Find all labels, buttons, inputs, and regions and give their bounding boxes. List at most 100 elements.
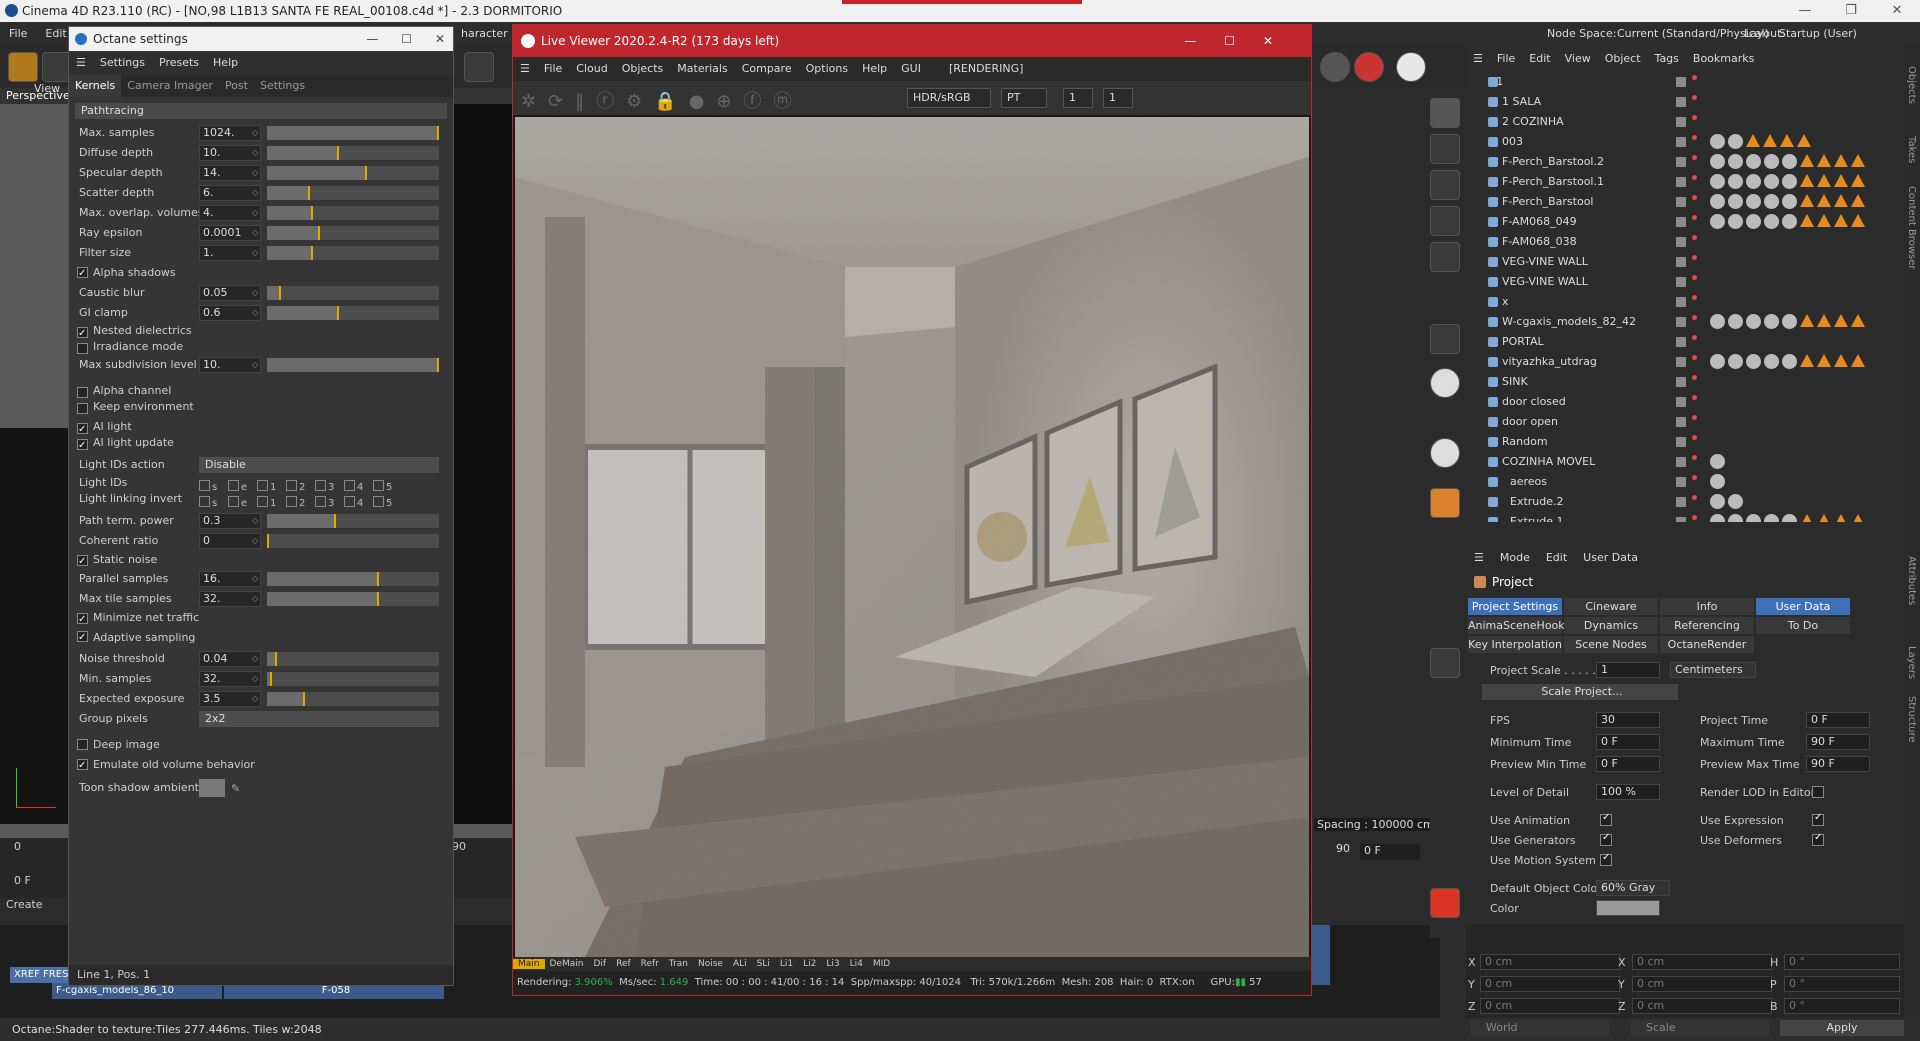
pass-tab[interactable]: Li1 <box>775 959 798 969</box>
irradiance-checkbox[interactable] <box>77 343 88 354</box>
render-icon[interactable] <box>464 52 494 82</box>
visibility-toggle[interactable] <box>1676 457 1686 467</box>
om-menu-edit[interactable]: Edit <box>1522 46 1557 72</box>
sidetab-layers[interactable]: Layers <box>1906 646 1917 679</box>
tab-animascenehook[interactable]: AnimaSceneHook <box>1468 617 1565 634</box>
render-control-icons[interactable]: ✲⟳‖ⓡ⚙🔒●⊕ⓕⓜ <box>521 87 804 113</box>
render-lod-checkbox[interactable] <box>1812 786 1824 798</box>
visibility-toggle[interactable] <box>1676 337 1686 347</box>
pass-tab[interactable]: Li3 <box>821 959 844 969</box>
hamburger-icon[interactable]: ☰ <box>513 57 537 81</box>
sidetab-takes[interactable]: Takes <box>1906 136 1917 163</box>
menu-settings[interactable]: Settings <box>93 51 152 75</box>
render-pass-tabs[interactable]: Main DeMain Dif Ref Refr Tran Noise ALi SLi Li1 Li… <box>513 957 1311 971</box>
adaptive-sampling-checkbox[interactable] <box>77 628 88 648</box>
visibility-toggle[interactable] <box>1676 377 1686 387</box>
setting-value-input[interactable]: 0.0001 <box>199 225 261 241</box>
setting-value-input[interactable]: 6. <box>199 185 261 201</box>
visibility-toggle[interactable] <box>1676 477 1686 487</box>
lv-menu-compare[interactable]: Compare <box>735 57 799 81</box>
min-time-input[interactable]: 0 F <box>1596 734 1660 750</box>
object-list-item[interactable]: F-Perch_Barstool.2 <box>1466 152 1904 172</box>
object-list-item[interactable]: 2 COZINHA <box>1466 112 1904 132</box>
apply-button[interactable]: Apply <box>1780 1020 1904 1036</box>
use-motion-checkbox[interactable] <box>1600 852 1612 866</box>
visibility-toggle[interactable] <box>1676 437 1686 447</box>
pass-tab[interactable]: Dif <box>588 959 611 969</box>
setting-value-input[interactable]: 1024. <box>199 125 261 141</box>
render-dot-icon[interactable] <box>1692 295 1697 300</box>
tab-info[interactable]: Info <box>1660 598 1754 615</box>
setting-value-input[interactable]: 0.05 <box>199 285 261 301</box>
sidetab-objects[interactable]: Objects <box>1906 66 1917 104</box>
render-dot-icon[interactable] <box>1692 255 1697 260</box>
tab-todo[interactable]: To Do <box>1756 617 1850 634</box>
pass-tab[interactable]: MID <box>868 959 895 969</box>
window-controls-icon[interactable]: — ☐ ✕ <box>366 27 445 51</box>
setting-slider[interactable] <box>267 126 439 140</box>
coord-mode-select[interactable]: Scale <box>1630 1020 1770 1036</box>
minimize-icon[interactable]: — <box>1782 0 1828 22</box>
ai-light-update-checkbox[interactable] <box>77 436 88 456</box>
size-x-input[interactable]: 0 cm <box>1632 954 1772 970</box>
render-image[interactable] <box>515 117 1309 957</box>
render-dot-icon[interactable] <box>1692 475 1697 480</box>
object-list-item[interactable]: VEG-VINE WALL <box>1466 252 1904 272</box>
preview-min-input[interactable]: 0 F <box>1596 756 1660 772</box>
om-menu-file[interactable]: File <box>1490 46 1522 72</box>
setting-slider[interactable] <box>267 206 439 220</box>
visibility-toggle[interactable] <box>1676 497 1686 507</box>
render-dot-icon[interactable] <box>1692 115 1697 120</box>
object-list-item[interactable]: F-AM068_038 <box>1466 232 1904 252</box>
keep-environment-checkbox[interactable] <box>77 403 88 414</box>
setting-slider[interactable] <box>267 672 439 686</box>
pass-tab-main[interactable]: Main <box>513 959 545 969</box>
visibility-toggle[interactable] <box>1676 197 1686 207</box>
setting-slider[interactable] <box>267 166 439 180</box>
use-deformers-checkbox[interactable] <box>1812 832 1824 846</box>
view-menu[interactable]: View <box>34 82 60 95</box>
project-time-input[interactable]: 0 F <box>1806 712 1870 728</box>
setting-slider[interactable] <box>267 306 439 320</box>
render-dot-icon[interactable] <box>1692 75 1697 80</box>
render-dot-icon[interactable] <box>1692 495 1697 500</box>
max-time-input[interactable]: 90 F <box>1806 734 1870 750</box>
ai-light-checkbox[interactable] <box>77 420 88 440</box>
menu-character[interactable]: haracter <box>452 22 517 46</box>
render-dot-icon[interactable] <box>1692 195 1697 200</box>
object-tags[interactable] <box>1710 194 1865 209</box>
rot-p-input[interactable]: 0 ° <box>1784 976 1900 992</box>
menu-help[interactable]: Help <box>206 51 245 75</box>
setting-slider[interactable] <box>267 186 439 200</box>
om-menu-tags[interactable]: Tags <box>1648 46 1686 72</box>
tab-settings[interactable]: Settings <box>254 75 311 97</box>
color-swatch[interactable] <box>1596 900 1660 916</box>
tab-octanerender[interactable]: OctaneRender <box>1660 636 1754 653</box>
lv-menu-gui[interactable]: GUI <box>894 57 928 81</box>
am-menu-userdata[interactable]: User Data <box>1575 546 1646 570</box>
kernel-select[interactable]: PT <box>1001 88 1047 108</box>
setting-slider[interactable] <box>267 572 439 586</box>
tab-referencing[interactable]: Referencing <box>1660 617 1754 634</box>
minimize-net-checkbox[interactable] <box>77 610 88 630</box>
edges-mode-icon[interactable] <box>1430 206 1460 236</box>
eyedropper-icon[interactable]: ✎ <box>231 779 240 799</box>
workplane-icon[interactable] <box>1430 648 1460 678</box>
object-tags[interactable] <box>1710 494 1743 509</box>
pass-tab[interactable]: Noise <box>693 959 728 969</box>
object-list-item[interactable]: COZINHA MOVEL <box>1466 452 1904 472</box>
pass-tab[interactable]: Refr <box>636 959 664 969</box>
setting-slider[interactable] <box>267 146 439 160</box>
alpha-channel-checkbox[interactable] <box>77 387 88 398</box>
pass-tab[interactable]: Li4 <box>845 959 868 969</box>
render-dot-icon[interactable] <box>1692 515 1697 520</box>
tab-cineware[interactable]: Cineware <box>1564 598 1658 615</box>
visibility-toggle[interactable] <box>1676 217 1686 227</box>
render-dot-icon[interactable] <box>1692 235 1697 240</box>
setting-value-input[interactable]: 1. <box>199 245 261 261</box>
setting-value-input[interactable]: 32. <box>199 591 261 607</box>
section-pathtracing[interactable]: Pathtracing <box>75 103 447 119</box>
am-menu-edit[interactable]: Edit <box>1538 546 1575 570</box>
lv-menu-file[interactable]: File <box>537 57 569 81</box>
render-dot-icon[interactable] <box>1692 455 1697 460</box>
